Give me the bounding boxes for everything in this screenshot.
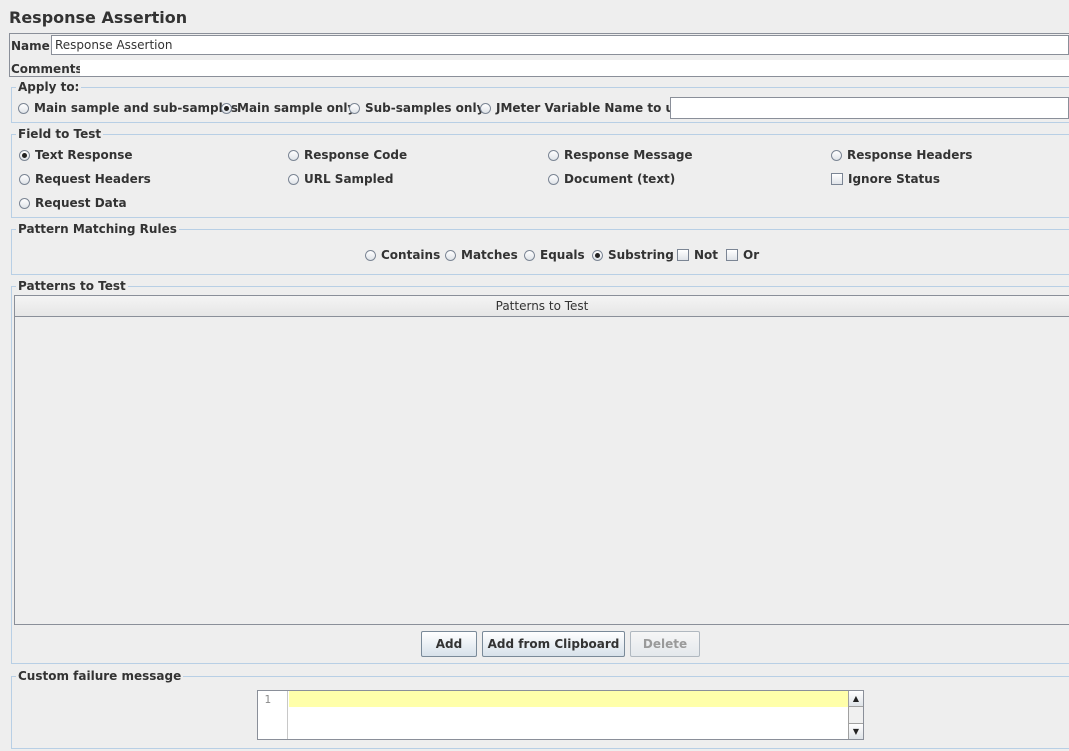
field-response-message-radio[interactable]: Response Message	[548, 148, 693, 162]
option-label: Ignore Status	[848, 172, 940, 186]
pattern-rules-title: Pattern Matching Rules	[16, 222, 179, 236]
option-label: Request Headers	[35, 172, 151, 186]
delete-button[interactable]: Delete	[630, 631, 700, 657]
vertical-scrollbar[interactable]: ▲ ▼	[848, 691, 863, 739]
radio-icon	[445, 249, 456, 261]
apply-variable-radio[interactable]: JMeter Variable Name to use	[480, 101, 689, 115]
option-label: Response Code	[304, 148, 408, 162]
option-label: JMeter Variable Name to use	[496, 101, 690, 115]
field-url-sampled-radio[interactable]: URL Sampled	[288, 172, 393, 186]
radio-icon	[831, 149, 842, 161]
scroll-up-arrow-icon[interactable]: ▲	[849, 691, 863, 707]
comments-label: Comments:	[11, 62, 88, 76]
option-label: Substring	[608, 248, 674, 262]
rule-matches-radio[interactable]: Matches	[445, 248, 518, 262]
option-label: Request Data	[35, 196, 127, 210]
option-label: Response Headers	[847, 148, 973, 162]
radio-icon	[19, 173, 30, 185]
field-response-headers-radio[interactable]: Response Headers	[831, 148, 972, 162]
rule-contains-radio[interactable]: Contains	[365, 248, 440, 262]
radio-icon	[480, 102, 491, 114]
radio-selected-icon	[19, 149, 30, 161]
radio-icon	[288, 173, 299, 185]
option-label: Contains	[381, 248, 441, 262]
radio-icon	[349, 102, 360, 114]
patterns-column-header[interactable]: Patterns to Test	[15, 296, 1069, 317]
apply-main-only-radio[interactable]: Main sample only	[221, 101, 355, 115]
ignore-status-checkbox[interactable]: Ignore Status	[831, 172, 940, 186]
field-response-code-radio[interactable]: Response Code	[288, 148, 407, 162]
patterns-table[interactable]: Patterns to Test	[14, 295, 1069, 625]
add-from-clipboard-button[interactable]: Add from Clipboard	[482, 631, 625, 657]
add-button[interactable]: Add	[421, 631, 477, 657]
option-label: Document (text)	[564, 172, 676, 186]
checkbox-icon	[831, 173, 843, 185]
failure-message-title: Custom failure message	[16, 669, 184, 683]
option-label: Not	[694, 248, 719, 262]
field-document-text-radio[interactable]: Document (text)	[548, 172, 675, 186]
radio-icon	[548, 173, 559, 185]
field-text-response-radio[interactable]: Text Response	[19, 148, 133, 162]
apply-to-title: Apply to:	[16, 80, 82, 94]
scroll-down-arrow-icon[interactable]: ▼	[849, 723, 863, 739]
option-label: Main sample only	[237, 101, 356, 115]
option-label: Response Message	[564, 148, 693, 162]
option-label: Matches	[461, 248, 518, 262]
rule-equals-radio[interactable]: Equals	[524, 248, 585, 262]
rule-or-checkbox[interactable]: Or	[726, 248, 759, 262]
radio-icon	[548, 149, 559, 161]
option-label: Main sample and sub-samples	[34, 101, 239, 115]
field-request-data-radio[interactable]: Request Data	[19, 196, 127, 210]
line-number-gutter: 1	[258, 691, 288, 739]
checkbox-icon	[726, 249, 738, 261]
apply-sub-only-radio[interactable]: Sub-samples only	[349, 101, 484, 115]
radio-icon	[19, 197, 30, 209]
checkbox-icon	[677, 249, 689, 261]
rule-not-checkbox[interactable]: Not	[677, 248, 718, 262]
field-to-test-title: Field to Test	[16, 127, 104, 141]
option-label: URL Sampled	[304, 172, 394, 186]
field-request-headers-radio[interactable]: Request Headers	[19, 172, 151, 186]
comments-input[interactable]	[80, 60, 1069, 76]
radio-selected-icon	[592, 249, 603, 261]
name-input[interactable]: Response Assertion	[51, 35, 1069, 55]
option-label: Sub-samples only	[365, 101, 485, 115]
radio-icon	[524, 249, 535, 261]
radio-icon	[18, 102, 29, 114]
option-label: Text Response	[35, 148, 133, 162]
panel-title: Response Assertion	[9, 8, 188, 27]
option-label: Equals	[540, 248, 585, 262]
current-line-highlight[interactable]	[289, 691, 848, 707]
radio-icon	[365, 249, 376, 261]
name-label: Name:	[11, 39, 55, 53]
failure-message-editor[interactable]: 1 ▲ ▼	[257, 690, 864, 740]
radio-icon	[288, 149, 299, 161]
variable-name-input[interactable]	[670, 97, 1069, 119]
patterns-title: Patterns to Test	[16, 279, 128, 293]
option-label: Or	[743, 248, 760, 262]
apply-main-and-sub-radio[interactable]: Main sample and sub-samples	[18, 101, 238, 115]
radio-selected-icon	[221, 102, 232, 114]
rule-substring-radio[interactable]: Substring	[592, 248, 674, 262]
